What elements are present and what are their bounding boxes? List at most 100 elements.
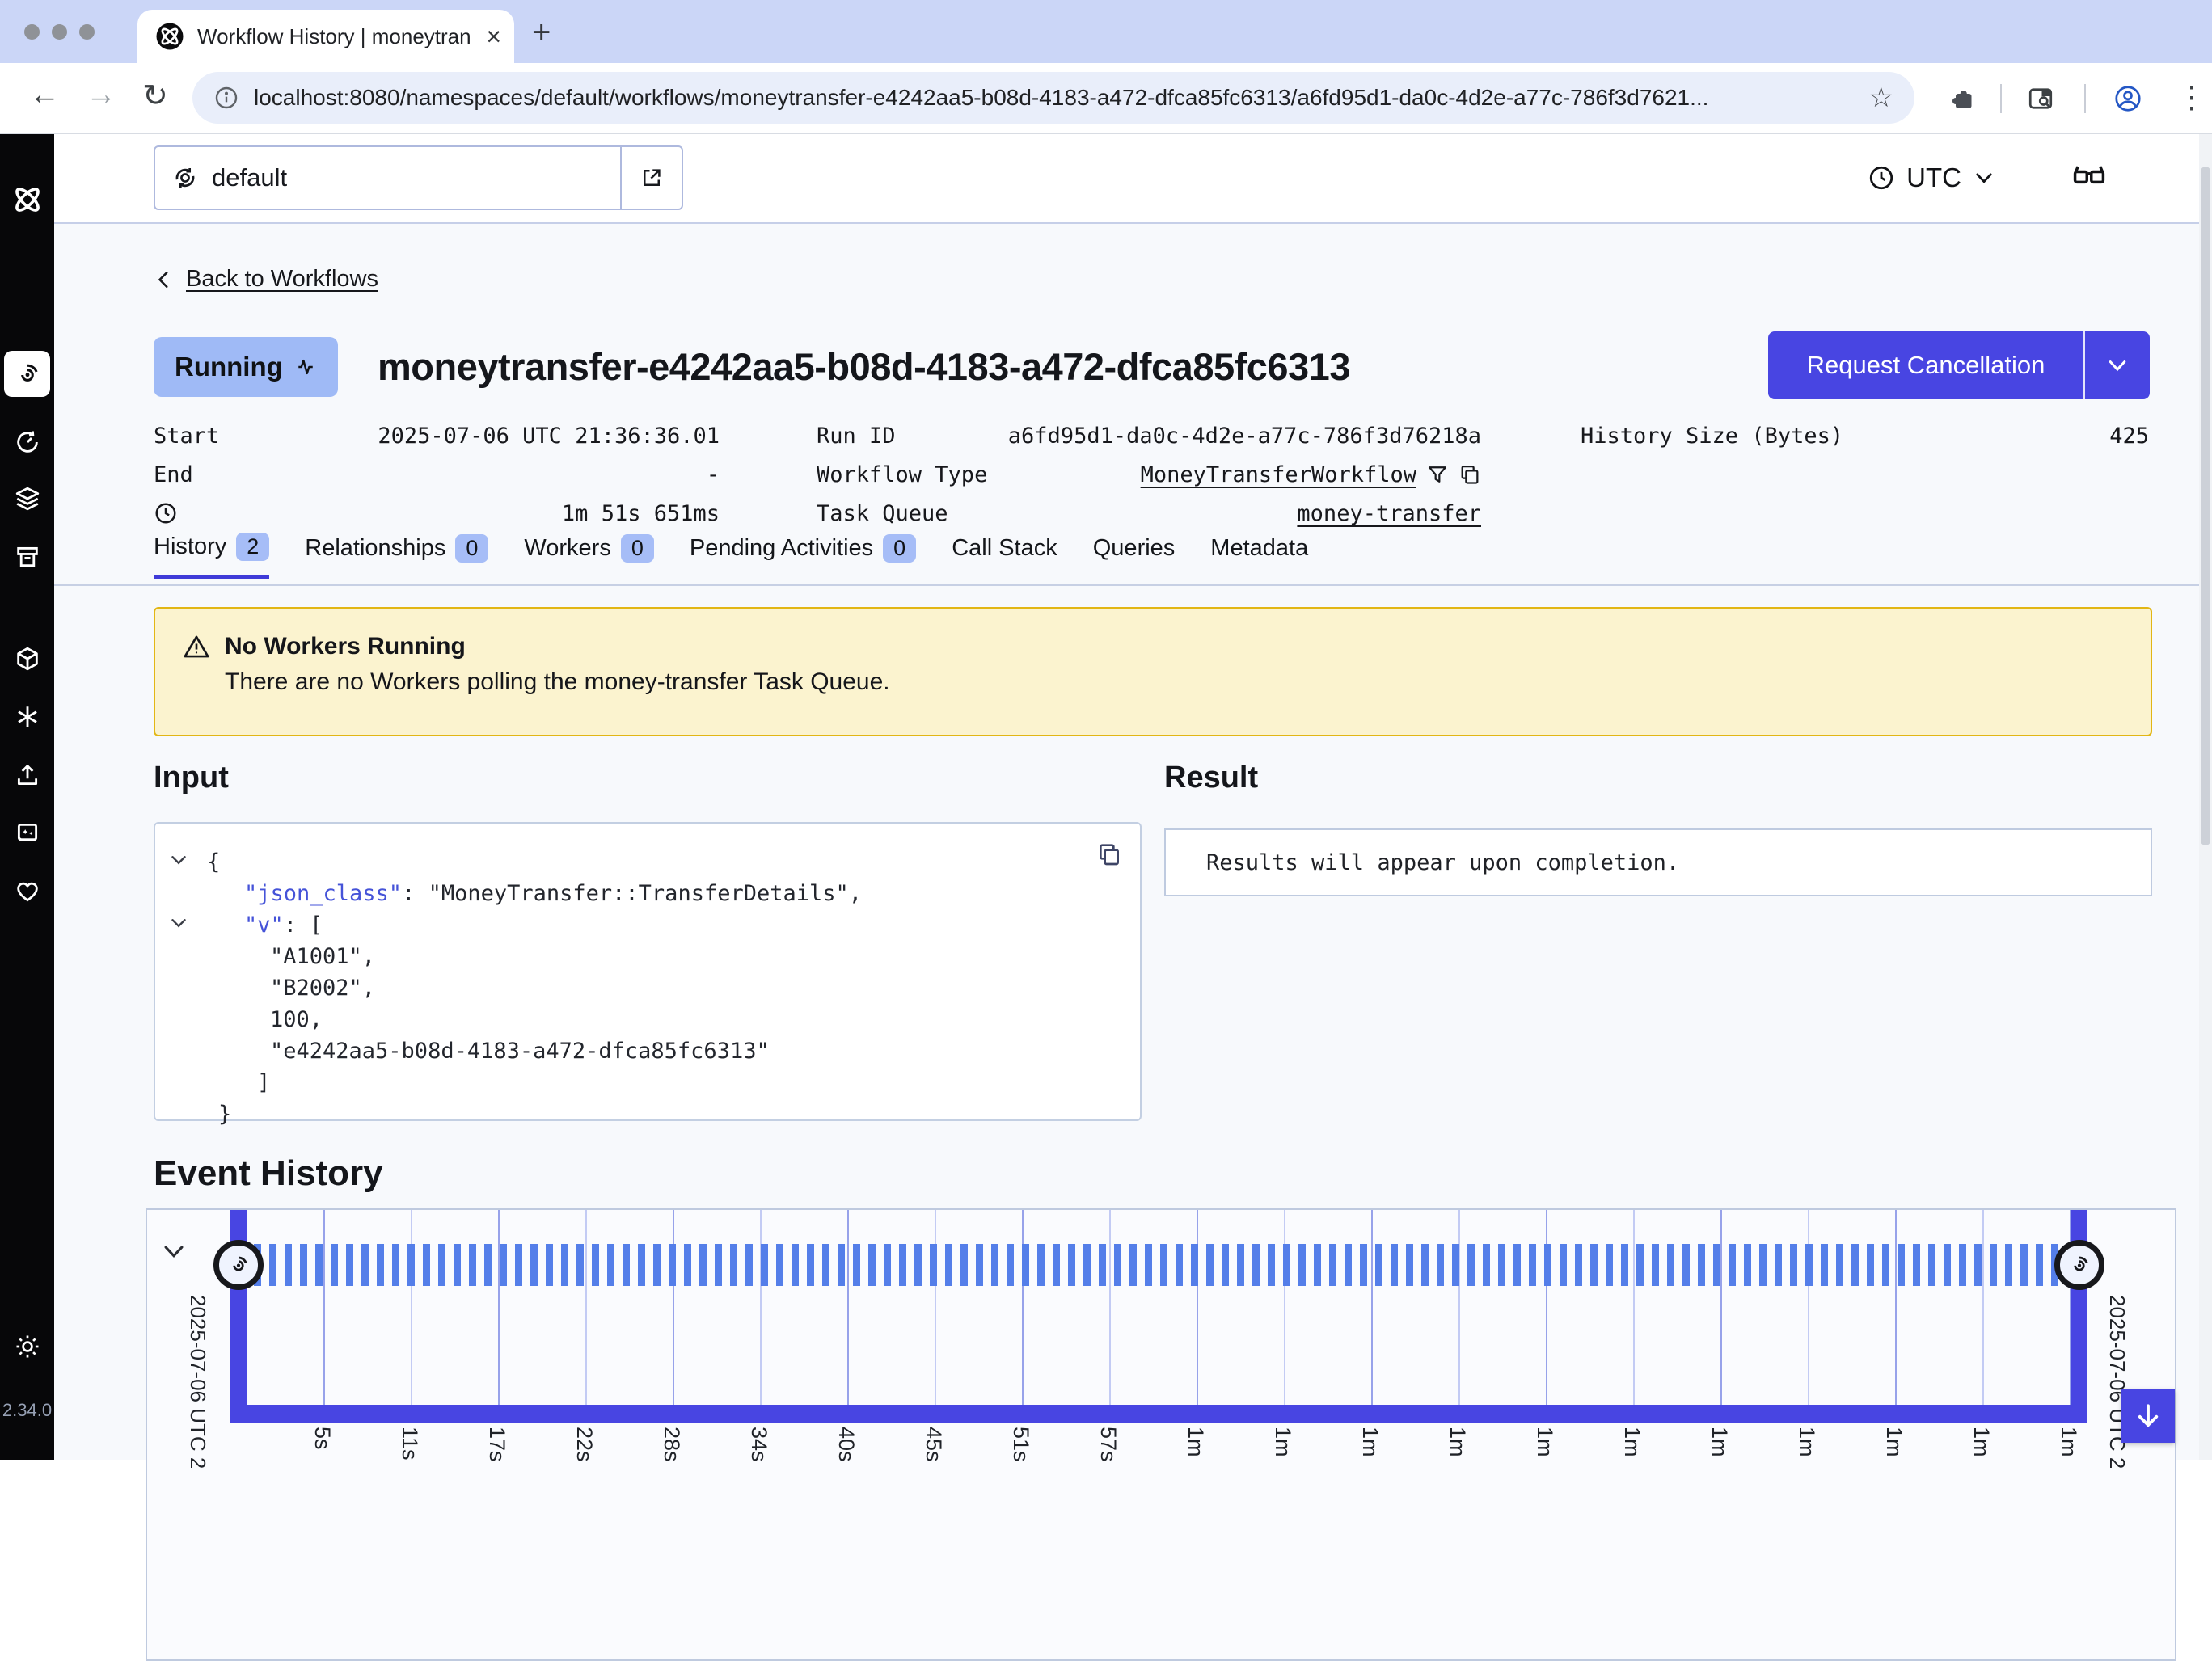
sidebar-item-docs[interactable] (0, 820, 54, 847)
tabs-divider (54, 584, 2212, 586)
json-text: : [ (284, 913, 323, 938)
temporal-app: 2.34.0 default (0, 134, 2212, 1460)
request-cancellation-label[interactable]: Request Cancellation (1768, 331, 2083, 399)
timeline-expand-chevron-icon[interactable] (160, 1237, 188, 1265)
result-placeholder: Results will appear upon completion. (1206, 850, 1679, 875)
toolbar-separator (2000, 84, 2002, 113)
tick-label: 1m (1619, 1427, 1644, 1457)
tick-label: 1m (1881, 1427, 1906, 1457)
warning-message: There are no Workers polling the money-t… (225, 668, 2151, 696)
request-cancellation-button[interactable]: Request Cancellation (1768, 331, 2150, 399)
namespace-external-link-button[interactable] (620, 147, 682, 209)
tab-label: Queries (1093, 535, 1176, 562)
copy-input-icon[interactable] (1096, 841, 1122, 867)
filter-funnel-icon[interactable] (1426, 463, 1449, 486)
tab-metadata[interactable]: Metadata (1210, 533, 1308, 579)
browser-forward-icon[interactable]: → (86, 78, 116, 112)
address-bar[interactable]: localhost:8080/namespaces/default/workfl… (192, 72, 1914, 124)
json-text: { (207, 849, 220, 875)
workflow-type-label: Workflow Type (817, 462, 987, 487)
code-line: 100, (207, 1004, 1075, 1035)
namespace-selector[interactable]: default (154, 145, 683, 210)
workflow-type-link[interactable]: MoneyTransferWorkflow (1141, 462, 1416, 487)
bookmark-star-icon[interactable]: ☆ (1869, 82, 1893, 114)
event-history-heading: Event History (154, 1153, 383, 1194)
temporal-favicon-icon (155, 22, 184, 51)
labs-glasses-icon[interactable] (2071, 158, 2107, 194)
task-queue-link[interactable]: money-transfer (1297, 501, 1481, 526)
collapse-chevron-icon[interactable] (171, 855, 186, 865)
clock-icon (1868, 164, 1895, 192)
input-heading: Input (154, 761, 229, 795)
tick-label: 34s (746, 1427, 771, 1462)
tab-close-icon[interactable]: × (486, 23, 501, 49)
code-line: { (207, 846, 1075, 878)
sidebar-item-import[interactable] (0, 761, 54, 789)
app-version: 2.34.0 (0, 1400, 54, 1421)
browser-menu-icon[interactable]: ⋮ (2176, 79, 2207, 116)
sidebar-item-feedback[interactable] (0, 878, 54, 905)
workflow-end-marker[interactable] (2054, 1240, 2104, 1290)
tab-workers[interactable]: Workers0 (524, 533, 653, 579)
namespace-selector-main[interactable]: default (155, 147, 620, 209)
back-to-workflows-link[interactable]: Back to Workflows (154, 266, 378, 293)
timezone-selector[interactable]: UTC (1868, 152, 1995, 204)
tick-label: 1m (1357, 1427, 1382, 1457)
sidebar-item-schedules[interactable] (0, 428, 54, 456)
sidebar-item-workflows[interactable] (4, 351, 50, 397)
tab-relationships[interactable]: Relationships0 (305, 533, 488, 579)
tick-label: 22s (572, 1427, 597, 1462)
browser-toolbar: ← → ↻ localhost:8080/namespaces/default/… (0, 63, 2212, 134)
window-close-dot[interactable] (24, 24, 40, 40)
meta-row-duration: 1m 51s 651ms (154, 494, 720, 533)
tab-search-icon[interactable] (2026, 84, 2055, 113)
history-size-value: 425 (2109, 424, 2149, 449)
extensions-icon[interactable] (1948, 84, 1978, 113)
meta-row-start: Start 2025-07-06 UTC 21:36:36.01 (154, 416, 720, 455)
sidebar-item-namespaces[interactable] (0, 645, 54, 672)
page-scrollbar[interactable] (2199, 134, 2212, 1460)
end-label: End (154, 462, 193, 487)
collapse-chevron-icon[interactable] (171, 918, 186, 928)
window-minimize-dot[interactable] (52, 24, 67, 40)
back-link-label: Back to Workflows (186, 266, 378, 293)
profile-avatar-icon[interactable] (2113, 84, 2142, 113)
site-info-icon[interactable] (213, 85, 239, 111)
timeline-axis (230, 1405, 2087, 1423)
cancel-dropdown-button[interactable] (2083, 331, 2150, 399)
sidebar-item-nexus[interactable] (0, 703, 54, 731)
tab-pending-activities[interactable]: Pending Activities0 (690, 533, 916, 579)
browser-reload-icon[interactable]: ↻ (142, 78, 168, 114)
sidebar-item-archive[interactable] (0, 543, 54, 571)
start-label: Start (154, 424, 219, 449)
page-scrollbar-thumb[interactable] (2201, 167, 2210, 845)
theme-toggle-sun-icon[interactable] (0, 1332, 54, 1361)
tick-label: 1m (1707, 1427, 1732, 1457)
tab-call-stack[interactable]: Call Stack (952, 533, 1057, 579)
workflow-duration-band[interactable] (239, 1244, 2079, 1286)
sidebar-item-batch-operations[interactable] (0, 485, 54, 512)
tick-label: 28s (659, 1427, 684, 1462)
new-tab-button[interactable]: + (532, 21, 551, 44)
code-line: "json_class": "MoneyTransfer::TransferDe… (207, 878, 1075, 909)
browser-back-icon[interactable]: ← (29, 78, 60, 112)
task-queue-label: Task Queue (817, 501, 948, 526)
window-zoom-dot[interactable] (79, 24, 95, 40)
scroll-to-bottom-button[interactable] (2121, 1389, 2175, 1443)
tab-history[interactable]: History2 (154, 533, 269, 579)
temporal-logo-icon[interactable] (0, 181, 54, 218)
warning-triangle-icon (183, 633, 210, 660)
browser-tab[interactable]: Workflow History | moneytran × (137, 10, 514, 63)
start-value: 2025-07-06 UTC 21:36:36.01 (378, 424, 720, 449)
copy-icon[interactable] (1458, 463, 1481, 486)
timeline-end-date-label: 2025-07-06 UTC 2 (2104, 1295, 2130, 1469)
workflow-start-marker[interactable] (213, 1240, 264, 1290)
tick-label: 1m (2056, 1427, 2081, 1457)
tab-queries[interactable]: Queries (1093, 533, 1176, 579)
tab-count-badge: 0 (883, 534, 916, 563)
gridline (1284, 1210, 1285, 1405)
gridline (1109, 1210, 1111, 1405)
end-value: - (707, 462, 720, 487)
result-panel: Results will appear upon completion. (1164, 828, 2152, 896)
browser-chrome: Workflow History | moneytran × + ← → ↻ l… (0, 0, 2212, 134)
